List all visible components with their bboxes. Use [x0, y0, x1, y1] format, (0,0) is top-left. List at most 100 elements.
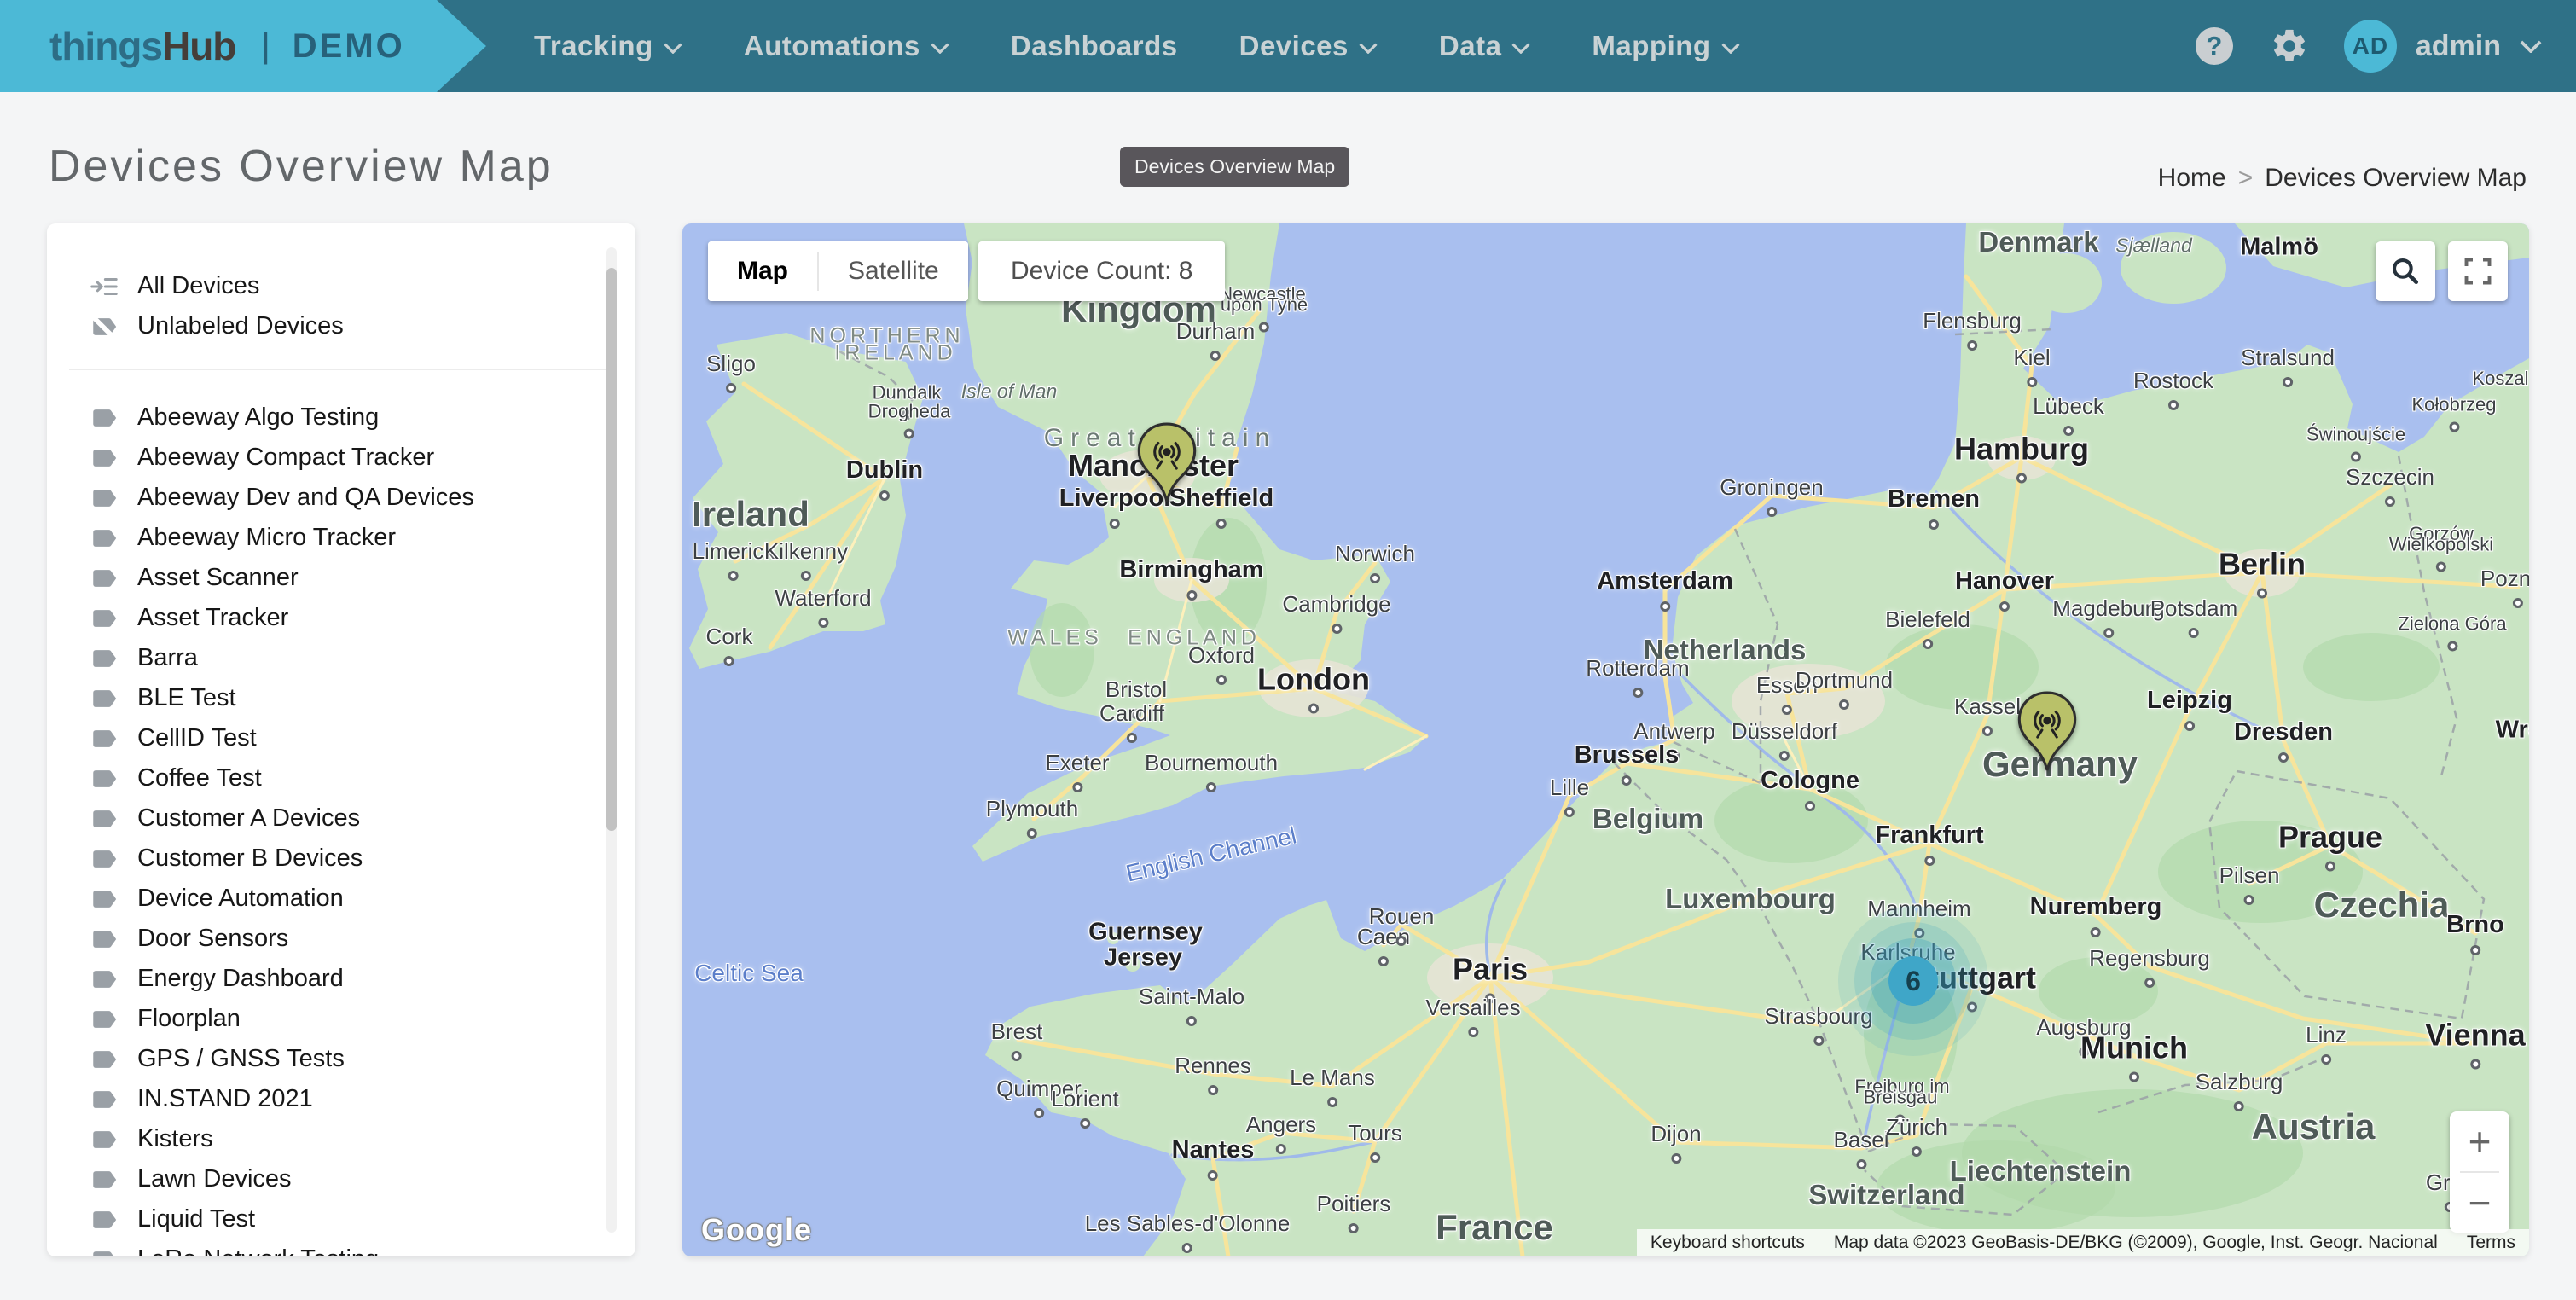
breadcrumb-home[interactable]: Home	[2158, 164, 2226, 193]
map-panel: DenmarkSjællandMalmöUnitedKingdomNewcast…	[682, 223, 2529, 1256]
sidebar-item-label: Liquid Test	[137, 1205, 255, 1233]
user-name: admin	[2416, 30, 2501, 63]
nav-item-tracking[interactable]: Tracking	[512, 0, 705, 92]
map-type-map-button[interactable]: Map	[708, 241, 817, 301]
chevron-down-icon	[1359, 43, 1378, 54]
map-label-potsdam: Potsdam	[2150, 595, 2238, 638]
sidebar-item-coffee-test[interactable]: Coffee Test	[47, 758, 635, 798]
settings-button[interactable]	[2269, 26, 2310, 67]
sidebar-item-device-automation[interactable]: Device Automation	[47, 879, 635, 919]
city-dot	[2103, 628, 2114, 638]
sidebar-item-abeeway-dev-and-qa-devices[interactable]: Abeeway Dev and QA Devices	[47, 478, 635, 518]
map-label-rotterdam: Rotterdam	[1586, 655, 1689, 698]
city-dot	[1671, 1153, 1681, 1164]
map-canvas[interactable]: DenmarkSjællandMalmöUnitedKingdomNewcast…	[682, 223, 2529, 1256]
google-logo[interactable]: Google	[701, 1212, 812, 1248]
sidebar-item-label: Energy Dashboard	[137, 965, 344, 993]
sidebar-scrollbar-thumb[interactable]	[606, 268, 617, 831]
map-label-text: Angers	[1246, 1111, 1316, 1138]
city-dot	[1186, 1016, 1197, 1026]
brand-logo[interactable]: thingsHub | DEMO	[0, 0, 488, 92]
map-label-text: Salzburg	[2196, 1069, 2283, 1095]
user-menu[interactable]: AD admin	[2344, 20, 2542, 73]
zoom-out-button[interactable]: −	[2450, 1173, 2509, 1233]
device-pin-icon	[1134, 421, 1199, 505]
terms-link[interactable]: Terms	[2467, 1233, 2515, 1253]
map-label-text: Magdeburg	[2052, 595, 2165, 622]
sidebar-item-asset-tracker[interactable]: Asset Tracker	[47, 598, 635, 638]
label-icon	[90, 844, 119, 873]
map-type-satellite-button[interactable]: Satellite	[819, 241, 968, 301]
map-label-sj-lland: Sjælland	[2115, 235, 2192, 258]
city-dot	[2470, 945, 2480, 955]
sidebar-item-abeeway-algo-testing[interactable]: Abeeway Algo Testing	[47, 398, 635, 438]
device-cluster-karlsruhe[interactable]: 6	[1888, 956, 1938, 1006]
map-label-text: Rennes	[1175, 1053, 1251, 1079]
sidebar-item-liquid-test[interactable]: Liquid Test	[47, 1199, 635, 1239]
sidebar-item-label: Device Automation	[137, 885, 344, 913]
sidebar-item-in-stand-2021[interactable]: IN.STAND 2021	[47, 1079, 635, 1119]
map-label-text: Sligo	[706, 351, 756, 377]
search-icon	[2389, 255, 2422, 287]
city-dot	[1208, 1085, 1218, 1095]
city-dot	[2513, 598, 2523, 608]
sidebar-item-customer-a-devices[interactable]: Customer A Devices	[47, 798, 635, 839]
map-label-text: Koszalin	[2472, 368, 2529, 390]
map-label-dortmund: Dortmund	[1796, 667, 1893, 710]
nav-item-data[interactable]: Data	[1417, 0, 1553, 92]
nav-item-mapping[interactable]: Mapping	[1569, 0, 1761, 92]
sidebar-item-energy-dashboard[interactable]: Energy Dashboard	[47, 959, 635, 999]
sidebar-item-floorplan[interactable]: Floorplan	[47, 999, 635, 1039]
city-dot	[1924, 856, 1935, 866]
label-icon	[90, 403, 119, 432]
map-label-lille: Lille	[1550, 775, 1589, 817]
help-button[interactable]: ?	[2194, 26, 2235, 67]
sidebar-item-all-devices[interactable]: All Devices	[47, 266, 635, 306]
nav-item-devices[interactable]: Devices	[1217, 0, 1400, 92]
map-label-text: Waterford	[775, 585, 871, 612]
device-pin-germany[interactable]	[2015, 690, 2080, 774]
map-label-text: Pilsen	[2219, 862, 2280, 889]
label-icon	[90, 965, 119, 994]
map-label-pozna: Poznań	[2480, 566, 2529, 608]
map-label-text: Poznań	[2480, 566, 2529, 592]
map-label-ireland: Ireland	[692, 494, 809, 535]
nav-item-label: Data	[1439, 30, 1502, 62]
nav-item-label: Devices	[1239, 30, 1349, 62]
sidebar-item-label: CellID Test	[137, 724, 257, 752]
map-search-button[interactable]	[2376, 241, 2435, 301]
city-dot	[1276, 1144, 1286, 1154]
sidebar-item-door-sensors[interactable]: Door Sensors	[47, 919, 635, 959]
map-label-bielefeld: Bielefeld	[1885, 606, 1970, 649]
sidebar-item-barra[interactable]: Barra	[47, 638, 635, 678]
help-icon: ?	[2196, 27, 2233, 65]
city-dot	[2278, 752, 2289, 763]
zoom-in-button[interactable]: +	[2450, 1111, 2509, 1171]
map-label-limerick: Limerick	[693, 538, 775, 581]
sidebar-item-ble-test[interactable]: BLE Test	[47, 678, 635, 718]
map-label-text: Versailles	[1425, 995, 1520, 1021]
sidebar-item-customer-b-devices[interactable]: Customer B Devices	[47, 839, 635, 879]
sidebar-item-lawn-devices[interactable]: Lawn Devices	[47, 1159, 635, 1199]
device-pin-manchester[interactable]	[1134, 421, 1199, 505]
map-label-luxembourg: Luxembourg	[1665, 883, 1836, 915]
sidebar-item-unlabeled-devices[interactable]: Unlabeled Devices	[47, 306, 635, 346]
sidebar-item-abeeway-compact-tracker[interactable]: Abeeway Compact Tracker	[47, 438, 635, 478]
sidebar-item-abeeway-micro-tracker[interactable]: Abeeway Micro Tracker	[47, 518, 635, 558]
device-pin-icon	[2015, 690, 2080, 774]
sidebar-item-lora-network-testing[interactable]: LoRa Network Testing	[47, 1239, 635, 1256]
sidebar-item-label: Asset Tracker	[137, 604, 288, 632]
fullscreen-button[interactable]	[2448, 241, 2508, 301]
sidebar-item-asset-scanner[interactable]: Asset Scanner	[47, 558, 635, 598]
city-dot	[1110, 519, 1120, 529]
top-nav-bar: thingsHub | DEMO TrackingAutomationsDash…	[0, 0, 2576, 92]
map-label-text: Wielkopolski	[2389, 534, 2493, 556]
nav-item-automations[interactable]: Automations	[722, 0, 972, 92]
sidebar-item-cellid-test[interactable]: CellID Test	[47, 718, 635, 758]
sidebar-item-kisters[interactable]: Kisters	[47, 1119, 635, 1159]
device-count-button[interactable]: Device Count: 8	[978, 241, 1225, 301]
sidebar-item-gps-gnss-tests[interactable]: GPS / GNSS Tests	[47, 1039, 635, 1079]
keyboard-shortcuts-link[interactable]: Keyboard shortcuts	[1651, 1233, 1805, 1253]
nav-item-dashboards[interactable]: Dashboards	[989, 0, 1200, 92]
breadcrumb-separator: >	[2238, 164, 2254, 193]
